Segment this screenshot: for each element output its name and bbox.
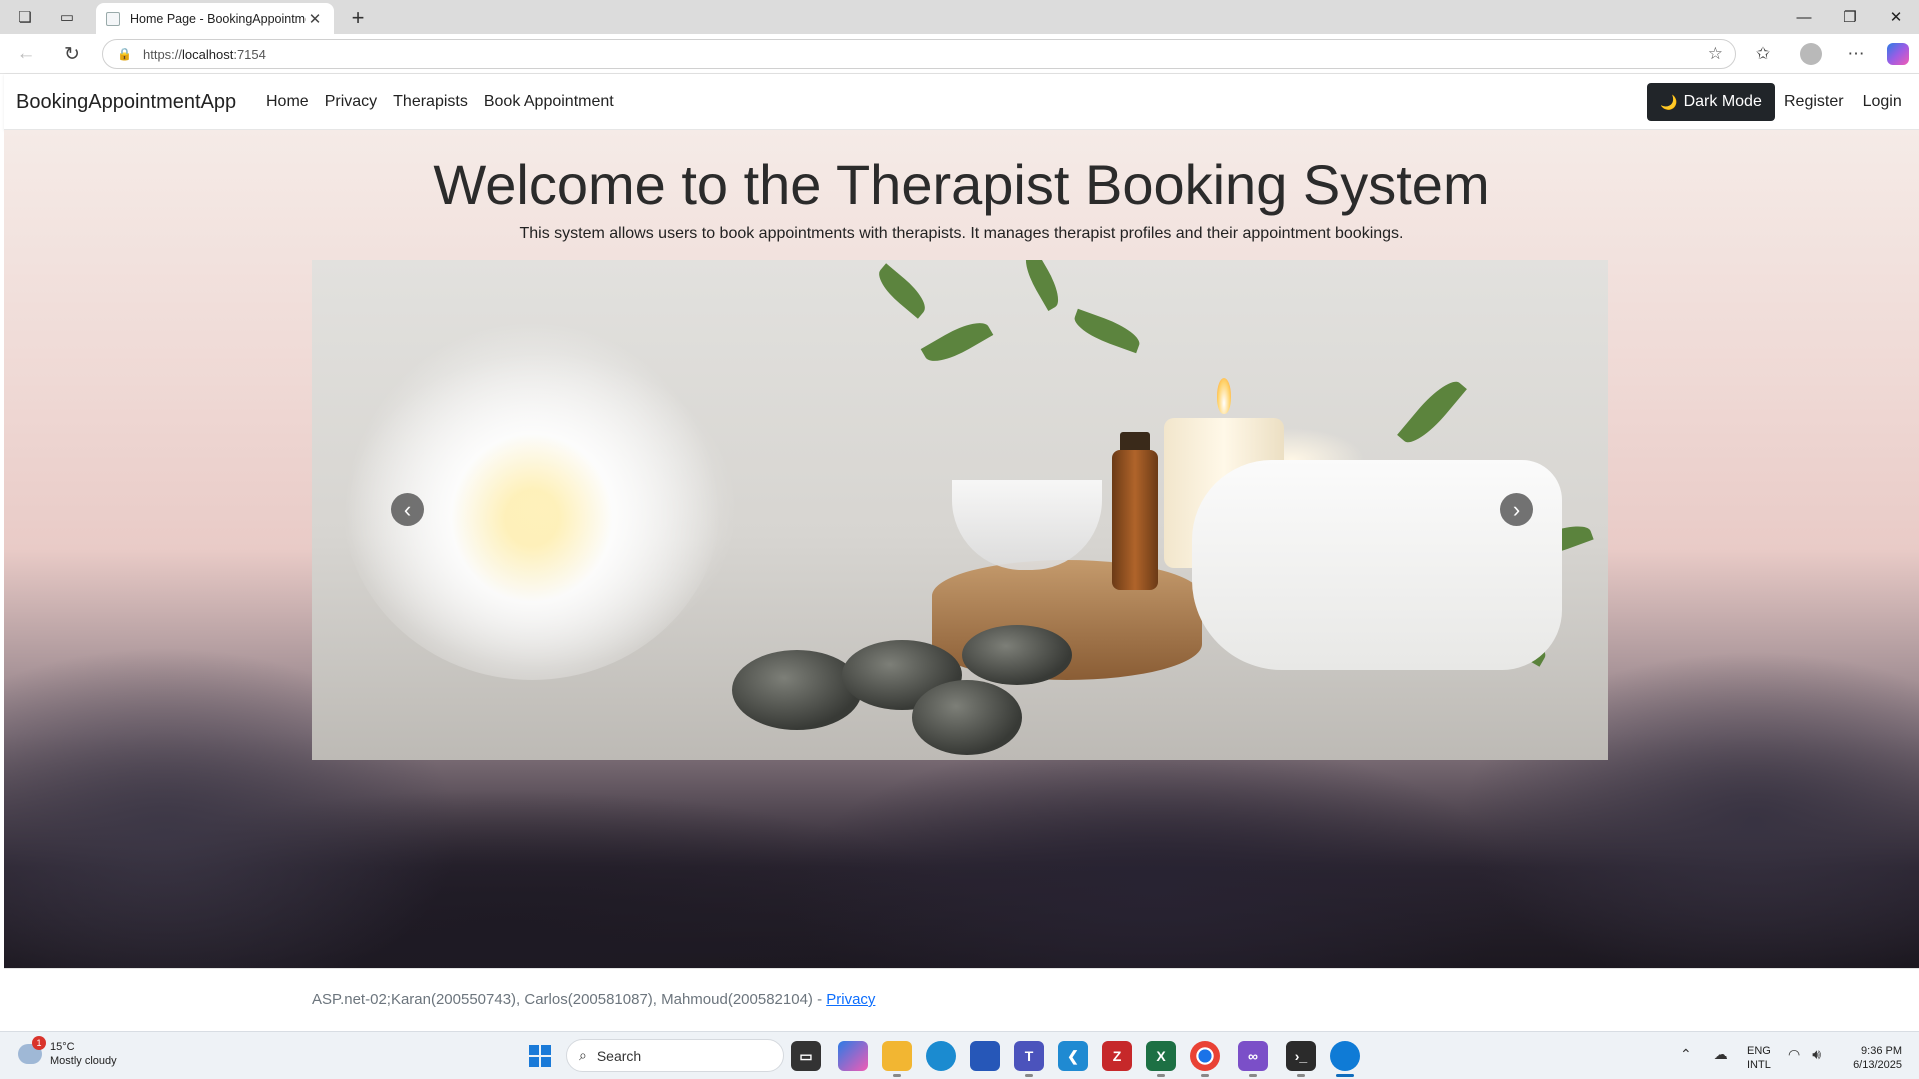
weather-temp: 15°C bbox=[50, 1041, 75, 1053]
close-tab-icon[interactable]: ✕ bbox=[306, 10, 324, 28]
edge-icon[interactable] bbox=[926, 1041, 956, 1071]
page-favicon-icon bbox=[106, 11, 120, 26]
taskbar-search[interactable]: ⌕ Search bbox=[566, 1039, 784, 1072]
copilot-icon[interactable] bbox=[1882, 40, 1914, 68]
store-icon[interactable] bbox=[970, 1041, 1000, 1071]
clock-time: 9:36 PM bbox=[1861, 1045, 1902, 1057]
carousel-prev-button[interactable]: ‹ bbox=[391, 493, 424, 526]
edge-active-icon[interactable] bbox=[1330, 1041, 1360, 1071]
url-field[interactable]: 🔒 https://localhost:7154 ☆ bbox=[102, 39, 1736, 69]
url-port: :7154 bbox=[233, 46, 266, 62]
auth-links: Register Login bbox=[1784, 93, 1902, 111]
dark-mode-button[interactable]: 🌙 Dark Mode bbox=[1647, 83, 1775, 121]
site-footer: ASP.net-02;Karan(200550743), Carlos(2005… bbox=[4, 968, 1919, 1031]
footer-privacy-link[interactable]: Privacy bbox=[826, 991, 875, 1008]
copilot-app-icon[interactable] bbox=[838, 1041, 868, 1071]
vscode-icon[interactable]: ❮ bbox=[1058, 1041, 1088, 1071]
hero-section: Welcome to the Therapist Booking System … bbox=[4, 130, 1919, 968]
nav-link-privacy[interactable]: Privacy bbox=[325, 93, 377, 111]
url-host: localhost bbox=[182, 46, 234, 62]
moon-icon: 🌙 bbox=[1660, 93, 1678, 110]
language-indicator[interactable]: ENG INTL bbox=[1747, 1044, 1771, 1072]
system-clock[interactable]: 9:36 PM 6/13/2025 bbox=[1838, 1044, 1902, 1072]
browser-tab[interactable]: Home Page - BookingAppointme ✕ bbox=[96, 3, 334, 34]
image-carousel[interactable]: ‹ › bbox=[312, 260, 1608, 760]
minimize-icon[interactable]: — bbox=[1781, 0, 1827, 34]
restore-icon[interactable]: ❐ bbox=[1827, 0, 1873, 34]
visual-studio-icon[interactable]: ∞ bbox=[1238, 1041, 1268, 1071]
terminal-icon[interactable]: ›_ bbox=[1286, 1041, 1316, 1071]
vertical-tabs-icon[interactable]: ▭ bbox=[46, 0, 88, 34]
teams-icon[interactable]: T bbox=[1014, 1041, 1044, 1071]
nav-link-therapists[interactable]: Therapists bbox=[393, 93, 468, 111]
close-window-icon[interactable]: ✕ bbox=[1873, 0, 1919, 34]
clock-date: 6/13/2025 bbox=[1853, 1059, 1902, 1071]
page-title: Welcome to the Therapist Booking System bbox=[433, 153, 1490, 216]
cloud-icon: 1 bbox=[18, 1036, 46, 1064]
wifi-icon[interactable]: ◠ bbox=[1788, 1046, 1800, 1063]
register-link[interactable]: Register bbox=[1784, 93, 1844, 111]
footer-text: ASP.net-02;Karan(200550743), Carlos(2005… bbox=[312, 991, 875, 1008]
nav-link-book-appointment[interactable]: Book Appointment bbox=[484, 93, 614, 111]
network-volume: ◠ 🔊︎ bbox=[1788, 1046, 1821, 1063]
chrome-icon[interactable] bbox=[1190, 1041, 1220, 1071]
tab-title: Home Page - BookingAppointme bbox=[130, 11, 306, 26]
volume-icon[interactable]: 🔊︎ bbox=[1812, 1046, 1821, 1063]
carousel-next-button[interactable]: › bbox=[1500, 493, 1533, 526]
show-hidden-icons-icon[interactable]: ⌃ bbox=[1680, 1046, 1692, 1063]
window-controls: — ❐ ✕ bbox=[1781, 0, 1919, 34]
favorites-icon[interactable]: ✩ bbox=[1747, 40, 1779, 68]
lang-top: ENG bbox=[1747, 1045, 1771, 1057]
profile-button[interactable] bbox=[1795, 40, 1827, 68]
brand-link[interactable]: BookingAppointmentApp bbox=[16, 91, 236, 114]
refresh-button[interactable]: ↻ bbox=[56, 40, 88, 68]
weather-widget[interactable]: 1 15°C Mostly cloudy bbox=[18, 1036, 117, 1068]
start-button[interactable] bbox=[529, 1045, 551, 1067]
more-options-icon[interactable]: ⋯ bbox=[1840, 40, 1872, 68]
system-tray: ⌃ ☁ bbox=[1680, 1046, 1728, 1063]
url-scheme: https:// bbox=[143, 46, 183, 62]
task-view-icon[interactable]: ▭ bbox=[791, 1041, 821, 1071]
search-icon: ⌕ bbox=[579, 1047, 587, 1063]
search-placeholder: Search bbox=[596, 1047, 642, 1064]
lang-bottom: INTL bbox=[1747, 1059, 1771, 1071]
file-explorer-icon[interactable] bbox=[882, 1041, 912, 1071]
site-navbar: BookingAppointmentApp Home Privacy Thera… bbox=[4, 74, 1919, 130]
os-taskbar: 1 15°C Mostly cloudy ⌕ Search ▭ T ❮ Z X … bbox=[0, 1031, 1919, 1079]
favorite-star-icon[interactable]: ☆ bbox=[1708, 44, 1723, 64]
nav-links: Home Privacy Therapists Book Appointment bbox=[266, 93, 614, 111]
web-page: BookingAppointmentApp Home Privacy Thera… bbox=[4, 74, 1919, 1031]
dark-mode-label: Dark Mode bbox=[1683, 93, 1762, 110]
filezilla-icon[interactable]: Z bbox=[1102, 1041, 1132, 1071]
login-link[interactable]: Login bbox=[1863, 93, 1902, 111]
address-bar-row: ← ↻ 🔒 https://localhost:7154 ☆ ✩ ⋯ bbox=[0, 34, 1919, 74]
back-button[interactable]: ← bbox=[10, 40, 42, 68]
weather-desc: Mostly cloudy bbox=[50, 1055, 117, 1067]
avatar bbox=[1800, 43, 1822, 65]
lock-icon[interactable]: 🔒 bbox=[117, 47, 132, 61]
workspaces-icon[interactable]: ❏ bbox=[4, 0, 46, 34]
nav-link-home[interactable]: Home bbox=[266, 93, 309, 111]
new-tab-button[interactable]: + bbox=[344, 5, 372, 31]
onedrive-icon[interactable]: ☁ bbox=[1714, 1046, 1728, 1063]
browser-tab-bar: ❏ ▭ Home Page - BookingAppointme ✕ + — ❐… bbox=[0, 0, 1919, 34]
notification-badge: 1 bbox=[32, 1036, 46, 1050]
page-subtitle: This system allows users to book appoint… bbox=[519, 225, 1404, 242]
footer-credits: ASP.net-02;Karan(200550743), Carlos(2005… bbox=[312, 991, 827, 1008]
excel-icon[interactable]: X bbox=[1146, 1041, 1176, 1071]
